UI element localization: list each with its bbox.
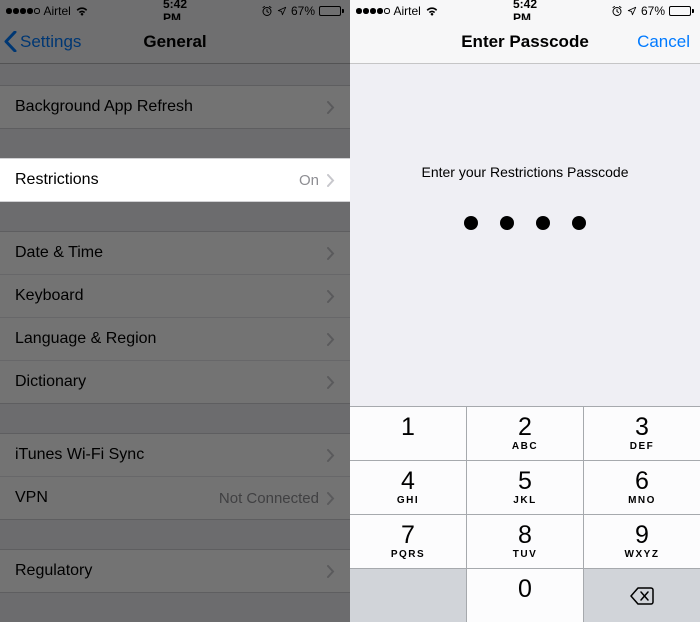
chevron-right-icon	[327, 565, 335, 578]
alarm-icon	[611, 5, 623, 17]
keypad-9[interactable]: 9WXYZ	[584, 514, 700, 568]
row-label: iTunes Wi-Fi Sync	[15, 446, 327, 464]
carrier-label: Airtel	[44, 4, 71, 18]
keypad-4[interactable]: 4GHI	[350, 460, 467, 514]
carrier-label: Airtel	[394, 4, 421, 18]
nav-bar: Enter Passcode Cancel	[350, 20, 700, 64]
keypad-5[interactable]: 5JKL	[467, 460, 584, 514]
row-label: Regulatory	[15, 562, 327, 580]
page-title: Enter Passcode	[461, 32, 589, 52]
row-date-time[interactable]: Date & Time	[0, 231, 350, 275]
alarm-icon	[261, 5, 273, 17]
passcode-area: Enter your Restrictions Passcode	[350, 64, 700, 230]
status-bar: Airtel 5:42 PM 67%	[350, 0, 700, 20]
cellular-signal-icon	[356, 8, 390, 14]
location-icon	[627, 6, 637, 16]
row-itunes-wifi-sync[interactable]: iTunes Wi-Fi Sync	[0, 433, 350, 477]
row-keyboard[interactable]: Keyboard	[0, 274, 350, 318]
keypad-7[interactable]: 7PQRS	[350, 514, 467, 568]
wifi-icon	[425, 6, 439, 16]
row-label: Restrictions	[15, 171, 299, 189]
nav-bar: Settings General	[0, 20, 350, 64]
settings-list: Background App Refresh Restrictions On D…	[0, 64, 350, 622]
keypad-3[interactable]: 3DEF	[584, 406, 700, 460]
chevron-right-icon	[327, 333, 335, 346]
keypad-2[interactable]: 2ABC	[467, 406, 584, 460]
row-background-app-refresh[interactable]: Background App Refresh	[0, 85, 350, 129]
chevron-right-icon	[327, 492, 335, 505]
battery-icon	[319, 6, 344, 16]
location-icon	[277, 6, 287, 16]
page-title: General	[143, 32, 206, 52]
row-restrictions[interactable]: Restrictions On	[0, 158, 350, 202]
chevron-left-icon	[4, 31, 17, 52]
chevron-right-icon	[327, 376, 335, 389]
battery-percent: 67%	[641, 4, 665, 18]
battery-percent: 67%	[291, 4, 315, 18]
keypad-1[interactable]: 1	[350, 406, 467, 460]
numeric-keypad: 1 2ABC 3DEF 4GHI 5JKL 6MNO 7PQRS 8TUV 9W…	[350, 406, 700, 622]
chevron-right-icon	[327, 101, 335, 114]
passcode-dot	[536, 216, 550, 230]
keypad-8[interactable]: 8TUV	[467, 514, 584, 568]
row-label: VPN	[15, 489, 219, 507]
row-vpn[interactable]: VPN Not Connected	[0, 476, 350, 520]
row-label: Keyboard	[15, 287, 327, 305]
cancel-button[interactable]: Cancel	[637, 20, 690, 63]
passcode-dot	[464, 216, 478, 230]
status-bar: Airtel 5:42 PM 67%	[0, 0, 350, 20]
backspace-icon	[630, 587, 654, 605]
row-value: Not Connected	[219, 490, 319, 507]
back-label: Settings	[20, 32, 81, 52]
chevron-right-icon	[327, 174, 335, 187]
chevron-right-icon	[327, 290, 335, 303]
keypad-6[interactable]: 6MNO	[584, 460, 700, 514]
row-label: Language & Region	[15, 330, 327, 348]
keypad-blank	[350, 568, 467, 622]
cellular-signal-icon	[6, 8, 40, 14]
row-dictionary[interactable]: Dictionary	[0, 360, 350, 404]
keypad-0[interactable]: 0	[467, 568, 584, 622]
row-label: Date & Time	[15, 244, 327, 262]
row-value: On	[299, 172, 319, 189]
back-button[interactable]: Settings	[4, 20, 81, 63]
passcode-prompt: Enter your Restrictions Passcode	[350, 164, 700, 180]
row-label: Background App Refresh	[15, 98, 327, 116]
chevron-right-icon	[327, 449, 335, 462]
row-regulatory[interactable]: Regulatory	[0, 549, 350, 593]
passcode-dots	[350, 216, 700, 230]
passcode-dot	[500, 216, 514, 230]
battery-icon	[669, 6, 694, 16]
row-label: Dictionary	[15, 373, 327, 391]
keypad-backspace[interactable]	[584, 568, 700, 622]
passcode-screen: Airtel 5:42 PM 67% Enter Passcode Cancel…	[350, 0, 700, 622]
wifi-icon	[75, 6, 89, 16]
chevron-right-icon	[327, 247, 335, 260]
general-settings-screen: Airtel 5:42 PM 67% Settings General Back…	[0, 0, 350, 622]
row-language-region[interactable]: Language & Region	[0, 317, 350, 361]
passcode-dot	[572, 216, 586, 230]
